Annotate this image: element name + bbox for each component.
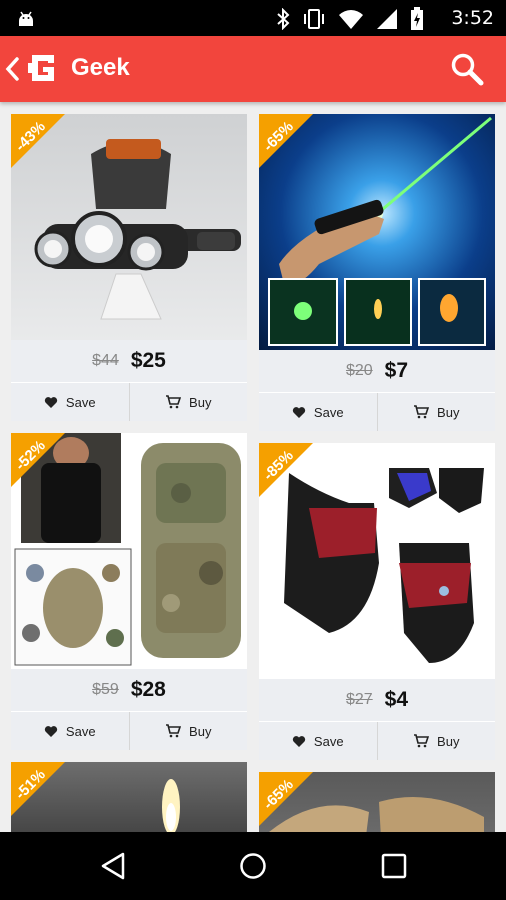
original-price: $59 <box>92 681 119 698</box>
product-image-green-laser-pointer[interactable]: -65% <box>259 114 495 350</box>
product-grid: -43% $44 $25 Save Buy -65% $20 $7 Save B… <box>0 102 506 832</box>
card-actions: Save Buy <box>11 711 247 750</box>
product-image-headlamp[interactable]: -43% <box>11 114 247 340</box>
app-bar: Geek <box>0 36 506 102</box>
product-card[interactable]: -51% <box>11 762 247 832</box>
save-label: Save <box>65 723 96 739</box>
save-label: Save <box>313 733 344 749</box>
signal-icon <box>377 9 397 29</box>
product-image-face-masks[interactable]: -85% <box>259 443 495 679</box>
buy-label: Buy <box>437 733 460 749</box>
search-icon[interactable] <box>450 52 484 86</box>
price-row: $20 $7 <box>259 350 495 392</box>
sale-price: $7 <box>384 359 409 382</box>
original-price: $44 <box>92 352 119 369</box>
save-label: Save <box>65 394 96 410</box>
bluetooth-icon <box>277 8 290 30</box>
sale-price: $25 <box>130 349 166 372</box>
save-label: Save <box>313 404 344 420</box>
card-actions: Save Buy <box>259 392 495 431</box>
product-image-lighter-flame[interactable]: -51% <box>11 762 247 832</box>
back-arrow-icon[interactable] <box>4 56 20 82</box>
price-row: $44 $25 <box>11 340 247 382</box>
price-row: $27 $4 <box>259 679 495 721</box>
buy-button[interactable]: Buy <box>376 722 496 760</box>
buy-label: Buy <box>437 404 460 420</box>
heart-icon <box>44 396 58 408</box>
sale-price: $28 <box>130 678 166 701</box>
nav-back-icon[interactable] <box>100 852 126 880</box>
status-bar: 3:52 <box>0 0 506 36</box>
cart-icon <box>414 734 430 748</box>
buy-button[interactable]: Buy <box>128 712 248 750</box>
product-card[interactable]: -43% $44 $25 Save Buy <box>11 114 247 421</box>
product-card[interactable]: -65% <box>259 772 495 832</box>
buy-label: Buy <box>189 394 212 410</box>
product-card[interactable]: -65% $20 $7 Save Buy <box>259 114 495 431</box>
original-price: $20 <box>345 362 373 379</box>
heart-icon <box>44 725 58 737</box>
wifi-icon <box>339 10 363 29</box>
price-row: $59 $28 <box>11 669 247 711</box>
cart-icon <box>166 724 182 738</box>
app-title: Geek <box>71 54 130 81</box>
heart-icon <box>292 406 306 418</box>
navigation-bar <box>0 832 506 900</box>
product-image-tactical-gloves[interactable]: -65% <box>259 772 495 832</box>
status-time: 3:52 <box>451 7 494 29</box>
buy-button[interactable]: Buy <box>128 383 248 421</box>
buy-label: Buy <box>189 723 212 739</box>
cart-icon <box>166 395 182 409</box>
product-card[interactable]: -52% $59 $28 Save Buy <box>11 433 247 750</box>
nav-recents-icon[interactable] <box>381 853 407 879</box>
nav-home-icon[interactable] <box>239 852 267 880</box>
cart-icon <box>414 405 430 419</box>
card-actions: Save Buy <box>259 721 495 760</box>
android-debug-icon <box>19 11 33 26</box>
save-button[interactable]: Save <box>11 383 129 421</box>
product-card[interactable]: -85% $27 $4 Save Buy <box>259 443 495 760</box>
save-button[interactable]: Save <box>259 393 377 431</box>
save-button[interactable]: Save <box>11 712 129 750</box>
product-image-camo-backpack[interactable]: -52% <box>11 433 247 669</box>
original-price: $27 <box>345 691 373 708</box>
sale-price: $4 <box>384 688 409 711</box>
heart-icon <box>292 735 306 747</box>
battery-icon <box>411 7 423 30</box>
card-actions: Save Buy <box>11 382 247 421</box>
save-button[interactable]: Save <box>259 722 377 760</box>
geek-logo-icon <box>28 55 54 81</box>
vibrate-icon <box>304 9 324 29</box>
buy-button[interactable]: Buy <box>376 393 496 431</box>
